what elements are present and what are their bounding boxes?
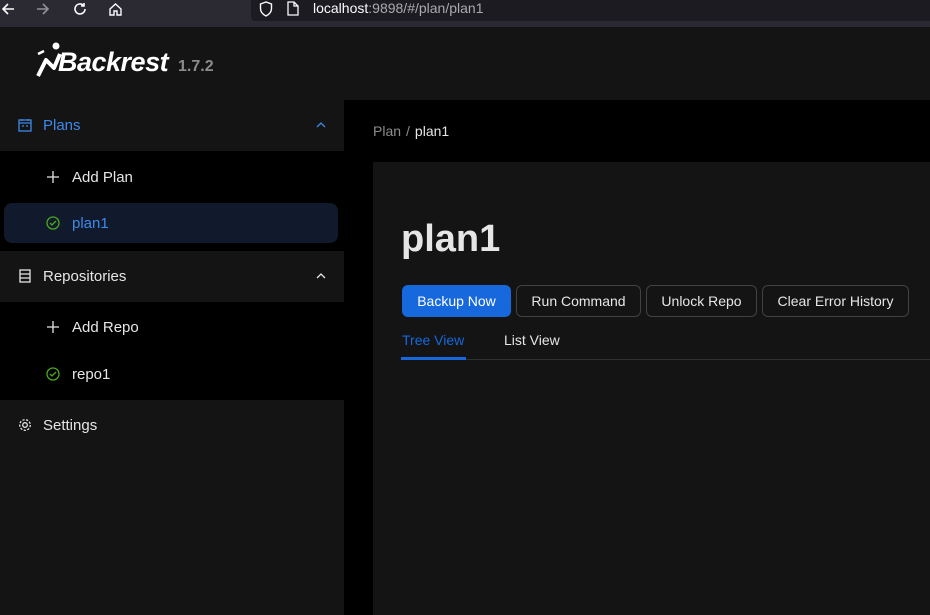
breadcrumb-root[interactable]: Plan	[373, 123, 401, 139]
unlock-repo-button[interactable]: Unlock Repo	[646, 285, 757, 317]
url-host: localhost	[313, 0, 369, 16]
sidebar-item-label: Add Plan	[72, 169, 133, 186]
plus-icon	[47, 171, 59, 183]
breadcrumb-separator: /	[406, 123, 410, 139]
page-title: plan1	[401, 218, 501, 260]
home-icon	[108, 2, 122, 16]
app-version: 1.7.2	[178, 58, 214, 75]
sidebar-item-add-plan[interactable]: Add Plan	[4, 157, 338, 197]
app-header: Backrest 1.7.2	[0, 27, 930, 100]
plans-submenu: Add Plan plan1	[0, 151, 344, 251]
arrow-right-icon	[37, 3, 50, 15]
forward-button[interactable]	[33, 0, 53, 18]
sidebar-item-plan1[interactable]: plan1	[4, 203, 338, 243]
breadcrumb: Plan / plan1	[373, 123, 449, 139]
check-circle-icon	[46, 367, 60, 381]
url-path: :9898/#/plan/plan1	[368, 0, 484, 16]
repositories-submenu: Add Repo repo1	[0, 302, 344, 400]
clear-error-history-button[interactable]: Clear Error History	[762, 285, 909, 317]
sidebar-item-label: plan1	[72, 215, 109, 232]
breadcrumb-current: plan1	[414, 123, 450, 139]
app-name: Backrest	[58, 47, 169, 77]
reload-button[interactable]	[70, 0, 90, 18]
sidebar-item-label: Add Repo	[72, 319, 139, 336]
tab-tree-view[interactable]: Tree View	[402, 332, 464, 348]
sidebar: Plans Add Plan plan1 Repositories Add Re…	[0, 100, 344, 615]
sidebar-section-repositories-label: Repositories	[43, 268, 127, 285]
calendar-icon	[18, 119, 32, 132]
sidebar-item-settings-label: Settings	[43, 417, 98, 434]
sidebar-item-repo1[interactable]: repo1	[4, 354, 338, 394]
address-bar[interactable]: localhost:9898/#/plan/plan1	[251, 0, 930, 21]
back-button[interactable]	[0, 0, 18, 18]
sidebar-section-plans-label: Plans	[43, 117, 81, 134]
gear-icon	[19, 419, 31, 431]
active-tab-indicator	[401, 357, 466, 360]
home-button[interactable]	[105, 0, 125, 18]
chevron-up-icon	[316, 273, 326, 279]
check-circle-icon	[46, 216, 60, 230]
browser-toolbar: localhost:9898/#/plan/plan1	[0, 0, 930, 27]
database-icon	[19, 269, 31, 283]
backup-now-button[interactable]: Backup Now	[402, 285, 511, 317]
reload-icon	[74, 3, 86, 15]
tab-list-view[interactable]: List View	[504, 332, 560, 348]
url-text: localhost:9898/#/plan/plan1	[313, 0, 483, 17]
arrow-left-icon	[1, 3, 14, 15]
sidebar-item-settings[interactable]: Settings	[0, 400, 344, 451]
shield-icon	[259, 1, 273, 17]
sidebar-item-label: repo1	[72, 366, 111, 383]
sidebar-section-repositories[interactable]: Repositories	[0, 251, 344, 302]
sidebar-item-add-repo[interactable]: Add Repo	[4, 307, 338, 347]
run-command-button[interactable]: Run Command	[516, 285, 641, 317]
chevron-up-icon	[316, 122, 326, 128]
page-icon	[287, 1, 299, 16]
tabs-divider	[401, 359, 930, 360]
sidebar-section-plans[interactable]: Plans	[0, 100, 344, 151]
plus-icon	[47, 321, 59, 333]
